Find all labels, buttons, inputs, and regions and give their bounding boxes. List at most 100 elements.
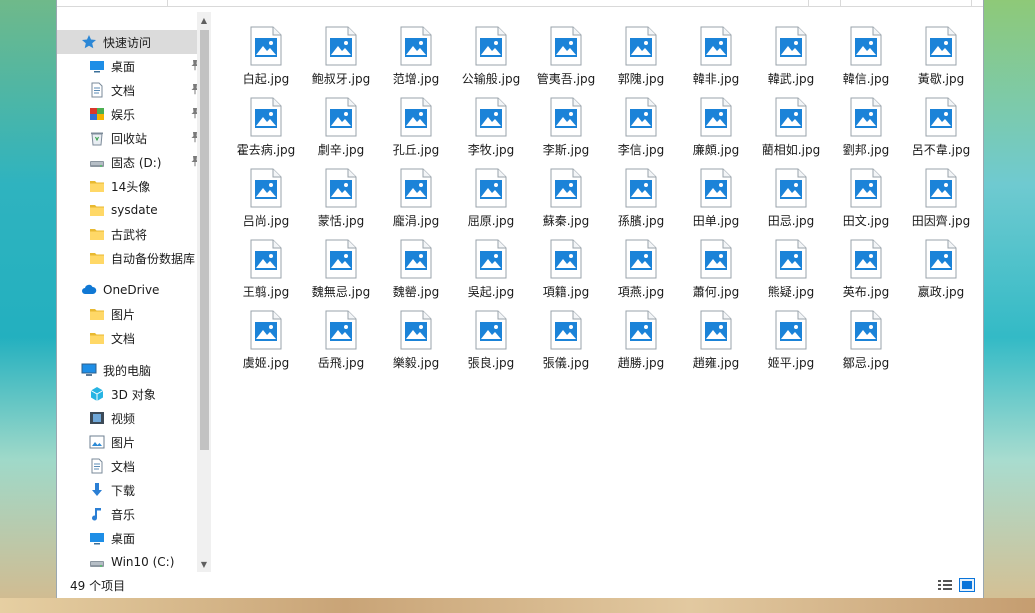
file-item[interactable]: 李信.jpg <box>604 95 678 163</box>
file-item[interactable]: 趙雍.jpg <box>679 308 753 376</box>
jpg-file-icon <box>700 310 732 350</box>
file-item[interactable]: 姬平.jpg <box>754 308 828 376</box>
file-item[interactable]: 孫臏.jpg <box>604 166 678 234</box>
nav-item[interactable]: 桌面 <box>57 54 207 78</box>
nav-item[interactable]: 图片 <box>57 430 207 454</box>
file-item[interactable]: 管夷吾.jpg <box>529 24 603 92</box>
scroll-up-arrow[interactable]: ▲ <box>197 12 211 28</box>
file-item[interactable]: 吳起.jpg <box>454 237 528 305</box>
file-item[interactable]: 孔丘.jpg <box>379 95 453 163</box>
file-item[interactable]: 樂毅.jpg <box>379 308 453 376</box>
jpg-file-icon <box>250 97 282 137</box>
nav-item[interactable]: 回收站 <box>57 126 207 150</box>
file-item[interactable]: 李斯.jpg <box>529 95 603 163</box>
nav-item[interactable]: 视频 <box>57 406 207 430</box>
nav-item-label: OneDrive <box>103 283 160 297</box>
file-name: 李牧.jpg <box>467 143 515 157</box>
nav-item[interactable]: 娱乐 <box>57 102 207 126</box>
nav-item[interactable]: 14头像 <box>57 174 207 198</box>
file-item[interactable]: 屈原.jpg <box>454 166 528 234</box>
file-item[interactable]: 蕭何.jpg <box>679 237 753 305</box>
file-item[interactable]: 虞姬.jpg <box>229 308 303 376</box>
jpg-file-icon <box>550 168 582 208</box>
nav-item[interactable]: 自动备份数据库 <box>57 246 207 270</box>
file-item[interactable]: 魏無忌.jpg <box>304 237 378 305</box>
file-item[interactable]: 韓信.jpg <box>829 24 903 92</box>
file-item[interactable]: 呂不韋.jpg <box>904 95 978 163</box>
nav-item-label: 古武将 <box>111 227 148 242</box>
file-item[interactable]: 嬴政.jpg <box>904 237 978 305</box>
file-item[interactable]: 田文.jpg <box>829 166 903 234</box>
file-item[interactable]: 田忌.jpg <box>754 166 828 234</box>
address-bar[interactable] <box>167 0 809 7</box>
search-box[interactable] <box>840 0 972 7</box>
3d-objects-icon <box>89 386 105 402</box>
nav-item[interactable]: 固态 (D:) <box>57 150 207 174</box>
folder-icon <box>89 226 105 242</box>
file-item[interactable]: 蘇秦.jpg <box>529 166 603 234</box>
file-item[interactable]: 張良.jpg <box>454 308 528 376</box>
file-item[interactable]: 龐涓.jpg <box>379 166 453 234</box>
file-item[interactable]: 英布.jpg <box>829 237 903 305</box>
nav-item[interactable]: 下载 <box>57 478 207 502</box>
desktop-icon <box>89 58 105 74</box>
file-item[interactable]: 蒙恬.jpg <box>304 166 378 234</box>
nav-item[interactable]: 桌面 <box>57 526 207 550</box>
large-icons-view-icon[interactable] <box>959 578 975 592</box>
desktop-background-bottom <box>0 598 1035 613</box>
file-item[interactable]: 韓武.jpg <box>754 24 828 92</box>
nav-item[interactable]: 古武将 <box>57 222 207 246</box>
file-item[interactable]: 魏罃.jpg <box>379 237 453 305</box>
file-item[interactable]: 范增.jpg <box>379 24 453 92</box>
jpg-file-icon <box>925 168 957 208</box>
file-item[interactable]: 劇辛.jpg <box>304 95 378 163</box>
nav-item[interactable]: sysdate <box>57 198 207 222</box>
jpg-file-icon <box>250 310 282 350</box>
nav-item[interactable]: 3D 对象 <box>57 382 207 406</box>
music-icon <box>89 506 105 522</box>
file-item[interactable]: 田因齊.jpg <box>904 166 978 234</box>
nav-onedrive[interactable]: OneDrive <box>57 278 207 302</box>
file-name: 項燕.jpg <box>617 285 665 299</box>
file-item[interactable]: 霍去病.jpg <box>229 95 303 163</box>
navigation-scrollbar[interactable]: ▲ ▼ <box>197 12 211 572</box>
file-item[interactable]: 廉頗.jpg <box>679 95 753 163</box>
nav-item[interactable]: Win10 (C:) <box>57 550 207 572</box>
file-item[interactable]: 郭隗.jpg <box>604 24 678 92</box>
file-item[interactable]: 劉邦.jpg <box>829 95 903 163</box>
file-item[interactable]: 黃歇.jpg <box>904 24 978 92</box>
jpg-file-icon <box>775 239 807 279</box>
file-item[interactable]: 公输般.jpg <box>454 24 528 92</box>
file-item[interactable]: 吕尚.jpg <box>229 166 303 234</box>
nav-quick-access[interactable]: 快速访问 <box>57 30 207 54</box>
file-item[interactable]: 鄒忌.jpg <box>829 308 903 376</box>
jpg-file-icon <box>775 26 807 66</box>
file-item[interactable]: 田单.jpg <box>679 166 753 234</box>
nav-item[interactable]: 音乐 <box>57 502 207 526</box>
file-item[interactable]: 項燕.jpg <box>604 237 678 305</box>
file-item[interactable]: 李牧.jpg <box>454 95 528 163</box>
nav-item[interactable]: 文档 <box>57 454 207 478</box>
scrollbar-thumb[interactable] <box>200 30 209 450</box>
scroll-down-arrow[interactable]: ▼ <box>197 556 211 572</box>
nav-item[interactable]: 文档 <box>57 78 207 102</box>
document-icon <box>89 458 105 474</box>
desktop-background-right <box>984 0 1035 613</box>
file-item[interactable]: 白起.jpg <box>229 24 303 92</box>
file-item[interactable]: 趙勝.jpg <box>604 308 678 376</box>
file-item[interactable]: 張儀.jpg <box>529 308 603 376</box>
jpg-file-icon <box>325 239 357 279</box>
details-view-icon[interactable] <box>937 578 953 592</box>
file-item[interactable]: 王翦.jpg <box>229 237 303 305</box>
file-item[interactable]: 熊疑.jpg <box>754 237 828 305</box>
file-item[interactable]: 項籍.jpg <box>529 237 603 305</box>
file-name: 郭隗.jpg <box>617 72 665 86</box>
file-item[interactable]: 韓非.jpg <box>679 24 753 92</box>
file-item[interactable]: 藺相如.jpg <box>754 95 828 163</box>
file-item[interactable]: 岳飛.jpg <box>304 308 378 376</box>
nav-item[interactable]: 图片 <box>57 302 207 326</box>
nav-this-pc[interactable]: 我的电脑 <box>57 358 207 382</box>
nav-item[interactable]: 文档 <box>57 326 207 350</box>
nav-item-label: 快速访问 <box>103 35 152 50</box>
file-item[interactable]: 鲍叔牙.jpg <box>304 24 378 92</box>
